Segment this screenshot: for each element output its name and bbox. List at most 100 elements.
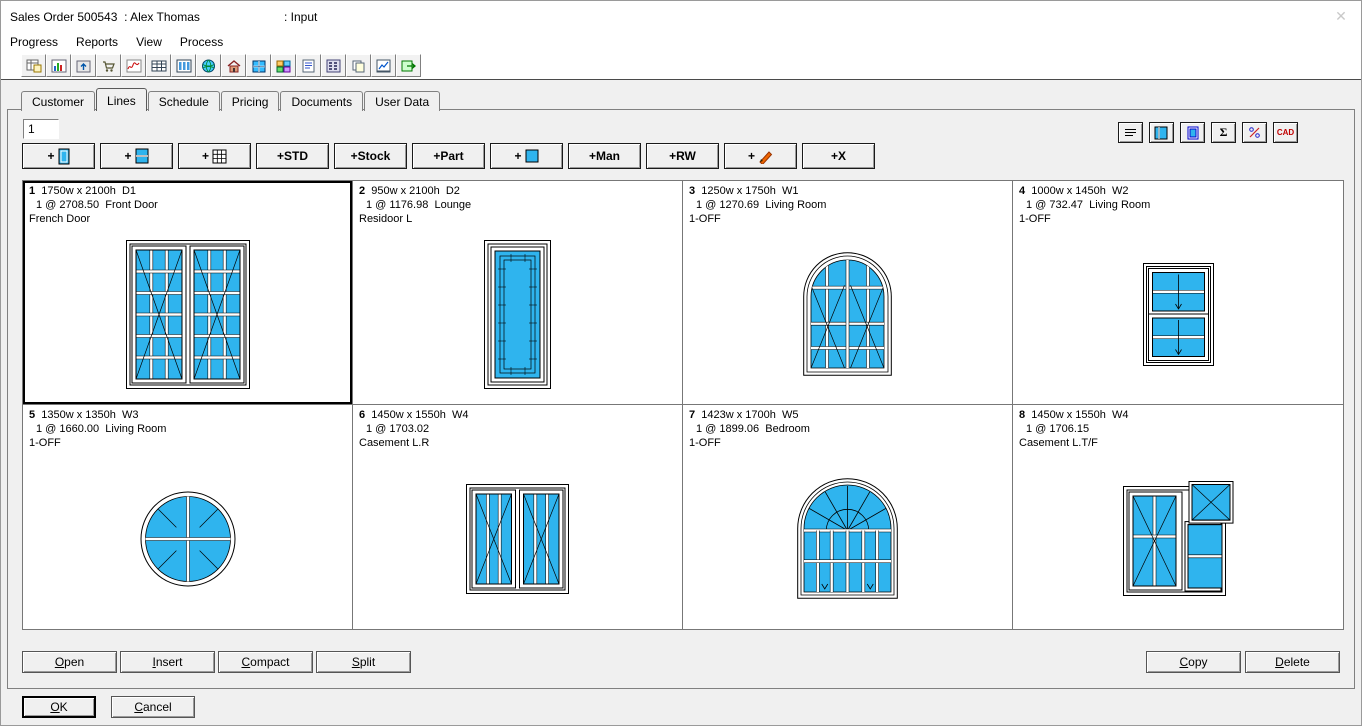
line-number-input[interactable] [23, 119, 59, 139]
add-manual-button[interactable]: +Man [568, 143, 641, 169]
ok-button[interactable]: OK [22, 696, 96, 718]
add-grid-button[interactable]: + [178, 143, 251, 169]
pricing-button[interactable] [1242, 122, 1267, 143]
line-qty-price: 1 @ 1176.98 Lounge [359, 198, 676, 212]
signature-icon[interactable] [121, 54, 146, 77]
line-cell-2[interactable]: 2 950w x 2100h D21 @ 1176.98 LoungeResid… [353, 181, 683, 405]
add-button-label: + [124, 149, 131, 163]
elevation-view-button[interactable] [1149, 122, 1174, 143]
line-qty-price: 1 @ 1899.06 Bedroom [689, 422, 1006, 436]
line-drawing-sash-window [1019, 226, 1337, 402]
line-size-ref: 1250w x 1750h W1 [695, 185, 798, 197]
add-x-button[interactable]: +X [802, 143, 875, 169]
notes-icon[interactable] [296, 54, 321, 77]
line-description: 1-OFF [1019, 212, 1337, 226]
line-drawing-casement-ltf [1019, 450, 1337, 627]
cart-icon[interactable] [96, 54, 121, 77]
line-drawing-casement-lr [359, 450, 676, 627]
split-button[interactable]: Split [316, 651, 411, 673]
menu-item-reports[interactable]: Reports [67, 31, 127, 52]
menu-item-progress[interactable]: Progress [1, 31, 67, 52]
copy-button[interactable]: Copy [1146, 651, 1241, 673]
grid-icon [212, 149, 227, 164]
add-frame-button[interactable]: + [22, 143, 95, 169]
line-cell-7[interactable]: 7 1423w x 1700h W51 @ 1899.06 Bedroom1-O… [683, 405, 1013, 629]
menu-item-process[interactable]: Process [171, 31, 232, 52]
line-cell-5[interactable]: 5 1350w x 1350h W31 @ 1660.00 Living Roo… [23, 405, 353, 629]
order-grid-icon[interactable] [21, 54, 46, 77]
upload-icon[interactable] [71, 54, 96, 77]
footer-left-buttons: OpenInsertCompactSplit [22, 651, 411, 673]
gallery-icon[interactable] [271, 54, 296, 77]
line-description: Casement L.T/F [1019, 436, 1337, 450]
add-button-label: +Stock [351, 149, 391, 163]
line-cell-4[interactable]: 4 1000w x 1450h W21 @ 732.47 Living Room… [1013, 181, 1343, 405]
add-rw-button[interactable]: +RW [646, 143, 719, 169]
sum-button[interactable]: Σ [1211, 122, 1236, 143]
columns-icon[interactable] [171, 54, 196, 77]
line-cell-6[interactable]: 6 1450w x 1550h W41 @ 1703.02Casement L.… [353, 405, 683, 629]
design-view-button[interactable] [1180, 122, 1205, 143]
line-size-ref: 1350w x 1350h W3 [35, 409, 138, 421]
insert-button[interactable]: Insert [120, 651, 215, 673]
table-icon[interactable] [146, 54, 171, 77]
tab-schedule[interactable]: Schedule [148, 91, 220, 111]
line-drawing-arch-fan-window [689, 450, 1006, 627]
line-header: 3 1250w x 1750h W1 [689, 184, 1006, 198]
tab-pricing[interactable]: Pricing [221, 91, 280, 111]
glass-icon [525, 149, 539, 163]
globe-icon[interactable] [196, 54, 221, 77]
add-button-label: + [47, 149, 54, 163]
window-icon[interactable] [246, 54, 271, 77]
tab-user-data[interactable]: User Data [364, 91, 440, 111]
list-view-button[interactable] [1118, 122, 1143, 143]
add-standard-button[interactable]: +STD [256, 143, 329, 169]
line-cell-8[interactable]: 8 1450w x 1550h W41 @ 1706.15Casement L.… [1013, 405, 1343, 629]
line-size-ref: 1450w x 1550h W4 [365, 409, 468, 421]
title-bar: Sales Order 500543 : Alex Thomas : Input… [1, 1, 1361, 31]
open-button[interactable]: Open [22, 651, 117, 673]
line-description: French Door [29, 212, 346, 226]
line-header: 7 1423w x 1700h W5 [689, 408, 1006, 422]
tab-lines[interactable]: Lines [96, 88, 147, 111]
export-icon[interactable] [396, 54, 421, 77]
home-icon[interactable] [221, 54, 246, 77]
window-mode: : Input [284, 10, 317, 24]
menu-item-view[interactable]: View [127, 31, 171, 52]
line-header: 2 950w x 2100h D2 [359, 184, 676, 198]
line-header: 4 1000w x 1450h W2 [1019, 184, 1337, 198]
copy-icon[interactable] [346, 54, 371, 77]
line-cell-3[interactable]: 3 1250w x 1750h W11 @ 1270.69 Living Roo… [683, 181, 1013, 405]
cad-button[interactable]: CAD [1273, 122, 1298, 143]
tab-customer[interactable]: Customer [21, 91, 95, 111]
add-mark-button[interactable]: + [724, 143, 797, 169]
sash-icon [135, 148, 149, 164]
line-description: 1-OFF [689, 436, 1006, 450]
line-qty-price: 1 @ 732.47 Living Room [1019, 198, 1337, 212]
chart-icon[interactable] [46, 54, 71, 77]
line-description: Casement L.R [359, 436, 676, 450]
add-glass-button[interactable]: + [490, 143, 563, 169]
add-button-row: ++++STD+Stock+Part++Man+RW++X [22, 143, 875, 169]
line-size-ref: 1423w x 1700h W5 [695, 409, 798, 421]
keypad-icon[interactable] [321, 54, 346, 77]
line-cell-1[interactable]: 1 1750w x 2100h D11 @ 2708.50 Front Door… [23, 181, 353, 405]
close-icon: ✕ [1335, 8, 1347, 24]
add-button-label: +RW [669, 149, 696, 163]
line-description: Residoor L [359, 212, 676, 226]
delete-button[interactable]: Delete [1245, 651, 1340, 673]
close-button[interactable]: ✕ [1329, 6, 1353, 26]
compact-button[interactable]: Compact [218, 651, 313, 673]
tab-documents[interactable]: Documents [280, 91, 363, 111]
stats-icon[interactable] [371, 54, 396, 77]
line-qty-price: 1 @ 1706.15 [1019, 422, 1337, 436]
footer-right-buttons: CopyDelete [1146, 651, 1340, 673]
line-drawing-residoor [359, 226, 676, 402]
door-icon [58, 148, 70, 165]
line-header: 1 1750w x 2100h D1 [29, 184, 346, 198]
line-size-ref: 1750w x 2100h D1 [35, 185, 136, 197]
add-part-button[interactable]: +Part [412, 143, 485, 169]
add-stock-button[interactable]: +Stock [334, 143, 407, 169]
cancel-button[interactable]: Cancel [111, 696, 195, 718]
add-sash-button[interactable]: + [100, 143, 173, 169]
